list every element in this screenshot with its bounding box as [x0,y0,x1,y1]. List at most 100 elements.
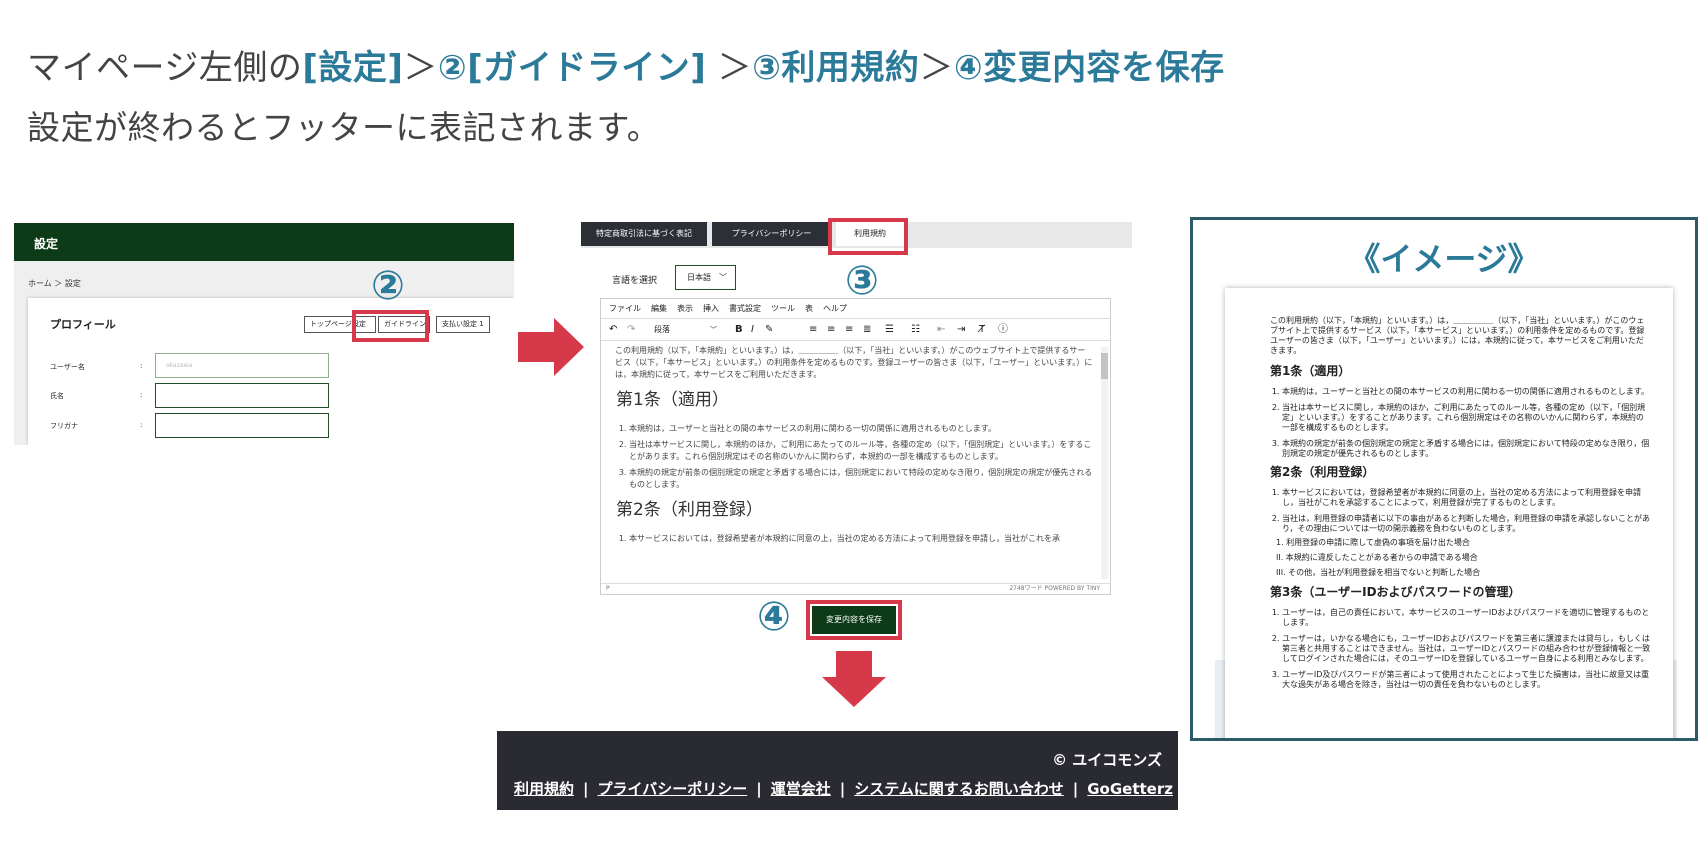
italic-icon[interactable]: I [751,323,754,337]
list-item: 本規約は，ユーザーと当社との間の本サービスの利用に関わる一切の関係に適用されるも… [1282,387,1651,397]
bold-icon[interactable]: B [735,323,743,337]
footer-link-system-contact[interactable]: システムに関するお問い合わせ [854,780,1064,798]
name-field[interactable] [155,383,329,408]
rich-text-editor[interactable]: ファイル 編集 表示 挿入 書式設定 ツール 表 ヘルプ ↶ ↷ 段落 ﹀ B I ✎ ≡ ≡ … [600,298,1111,595]
heading-separator: ＞ [717,48,753,88]
editor-menubar: ファイル 編集 表示 挿入 書式設定 ツール 表 ヘルプ [601,299,1110,319]
terms-document-preview: この利用規約（以下，「本規約」といいます。）は，＿＿＿＿＿（以下，「当社」といい… [1225,288,1673,738]
footer-link-gogetterz[interactable]: GoGetterz [1087,780,1173,798]
list-item: 本規約の規定が前条の個別規定の規定と矛盾する場合には，個別規定において特段の定め… [629,467,1093,491]
menu-tools[interactable]: ツール [771,304,795,313]
list-item: 本サービスにおいては，登録希望者が本規約に同意の上，当社の定める方法によって利用… [1282,488,1651,508]
indent-icon[interactable]: ⇥ [957,323,965,337]
editor-content[interactable]: この利用規約（以下，「本規約」といいます。）は，＿＿＿＿＿（以下，「当社」といい… [615,345,1093,549]
sub-item: II. 本規約に違反したことがある者からの申請である場合 [1276,553,1478,562]
scrollbar-thumb[interactable] [1101,353,1108,379]
clear-format-icon[interactable]: T̸ [979,323,985,337]
sub-item: III. その他，当社が利用登録を相当でないと判断した場合 [1276,568,1481,577]
block-format-select[interactable]: 段落 ﹀ [651,322,721,338]
copyright: © ユイコモンズ [1052,751,1162,769]
step-3-badge: ③ [845,258,879,304]
footer-link-company[interactable]: 運営会社 [771,780,831,798]
footer-links: 利用規約 | プライバシーポリシー | 運営会社 | システムに関するお問い合わせ | GoGe… [514,778,1173,799]
image-preview-panel: 《イメージ》 この利用規約（以下，「本規約」といいます。）は，＿＿＿＿＿（以下，… [1190,217,1698,741]
article-1-title: 第1条（適用） [1270,364,1351,378]
username-field[interactable]: okazawa [155,353,329,378]
field-colon: : [140,362,143,370]
align-left-icon[interactable]: ≡ [809,323,817,337]
tab-privacy-policy[interactable]: プライバシーポリシー [712,222,831,246]
align-right-icon[interactable]: ≡ [845,323,853,337]
menu-edit[interactable]: 編集 [651,304,667,313]
element-path: P [606,585,610,592]
footer-separator: | [583,780,589,798]
menu-table[interactable]: 表 [805,304,813,313]
profile-title: プロフィール [50,318,116,331]
breadcrumb[interactable]: ホーム ＞ 設定 [28,278,81,289]
terms-intro: この利用規約（以下，「本規約」といいます。）は，＿＿＿＿＿（以下，「当社」といい… [1270,316,1645,355]
arrow-down-icon [822,651,886,707]
list-item: ユーザーは，自己の責任において，本サービスのユーザーIDおよびパスワードを適切に… [1282,608,1651,628]
list-item: 本規約の規定が前条の個別規定の規定と矛盾する場合には，個別規定において特段の定め… [1282,439,1651,459]
menu-format[interactable]: 書式設定 [729,304,761,313]
menu-view[interactable]: 表示 [677,304,693,313]
settings-panel: 設定 ホーム ＞ 設定 プロフィール トップページ設定 ガイドライン 支払い設定… [14,223,514,445]
list-item: 当社は本サービスに関し，本規約のほか，ご利用にあたってのルール等，各種の定め（以… [1282,403,1651,433]
furigana-label: フリガナ [50,422,78,430]
menu-help[interactable]: ヘルプ [823,304,847,313]
footer-separator: | [1072,780,1079,798]
list-item: 本規約は，ユーザーと当社との間の本サービスの利用に関わる一切の関係に適用されるも… [629,423,1093,435]
bullet-list-icon[interactable]: ☰ [885,323,894,337]
editor-statusbar: P 2748ワード POWERED BY TINY [601,583,1110,594]
article-3-title: 第3条（ユーザーIDおよびパスワードの管理） [1270,585,1521,599]
field-colon: : [140,421,143,429]
menu-insert[interactable]: 挿入 [703,304,719,313]
list-item: 当社は本サービスに関し，本規約のほか，ご利用にあたってのルール等，各種の定め（以… [629,439,1093,463]
heading-step-save: ④変更内容を保存 [953,48,1225,88]
instruction-heading: マイページ左側の[設定]＞②[ガイドライン] ＞③利用規約＞④変更内容を保存 [27,44,1225,92]
list-item: ユーザーは，いかなる場合にも，ユーザーIDおよびパスワードを第三者に譲渡または貸… [1282,634,1651,664]
justify-icon[interactable]: ≣ [863,323,871,337]
site-footer: © ユイコモンズ 利用規約 | プライバシーポリシー | 運営会社 | システムに関するお問… [497,731,1178,810]
language-select[interactable]: 日本語 ﹀ [675,265,736,290]
footer-separator: | [839,780,846,798]
outdent-icon[interactable]: ⇤ [937,323,945,337]
heading-separator: ＞ [403,48,438,88]
undo-icon[interactable]: ↶ [609,323,617,337]
highlight-terms-tab-box [828,218,908,255]
heading-step-settings: [設定] [302,48,404,88]
username-label: ユーザー名 [50,363,85,371]
editor-toolbar: ↶ ↷ 段落 ﹀ B I ✎ ≡ ≡ ≡ ≣ ☰ ☷ ⇤ ⇥ T̸ ⓘ [601,319,1110,341]
footer-link-privacy[interactable]: プライバシーポリシー [598,780,748,798]
chevron-down-icon: ﹀ [710,326,717,334]
arrow-right-icon [518,318,584,376]
footer-separator: | [756,780,762,798]
profile-card: プロフィール トップページ設定 ガイドライン 支払い設定 1 ユーザー名 : o… [28,298,514,445]
language-label: 言語を選択 [612,276,658,286]
furigana-field[interactable] [155,413,329,438]
footer-link-terms[interactable]: 利用規約 [514,780,574,798]
redo-icon[interactable]: ↷ [627,323,635,337]
field-colon: : [140,391,143,399]
heading-step-guideline: ②[ガイドライン] [437,48,707,88]
language-value: 日本語 [687,273,711,282]
help-icon[interactable]: ⓘ [998,323,1008,337]
align-center-icon[interactable]: ≡ [827,323,835,337]
save-changes-button[interactable]: 変更内容を保存 [812,606,896,634]
menu-file[interactable]: ファイル [609,304,641,313]
step-2-badge: ② [371,263,405,309]
word-count: 2748ワード POWERED BY TINY [1009,585,1100,592]
scrollbar-track[interactable] [1101,347,1108,579]
payment-settings-button[interactable]: 支払い設定 1 [436,316,490,333]
preview-title: 《イメージ》 [1348,240,1540,278]
highlight-icon[interactable]: ✎ [765,323,773,337]
settings-header-title: 設定 [14,223,514,261]
numbered-list-icon[interactable]: ☷ [911,323,920,337]
sub-item: 1. 利用登録の申請に際して虚偽の事項を届け出た場合 [1276,538,1470,547]
heading-prefix: マイページ左側の [27,48,303,88]
highlight-guideline-box [352,310,429,342]
tab-tokushoho[interactable]: 特定商取引法に基づく表記 [581,222,707,246]
terms-intro: この利用規約（以下，「本規約」といいます。）は，＿＿＿＿＿（以下，「当社」といい… [615,346,1093,379]
instruction-subheading: 設定が終わるとフッターに表記されます。 [27,108,661,147]
step-4-badge: ④ [757,594,791,640]
